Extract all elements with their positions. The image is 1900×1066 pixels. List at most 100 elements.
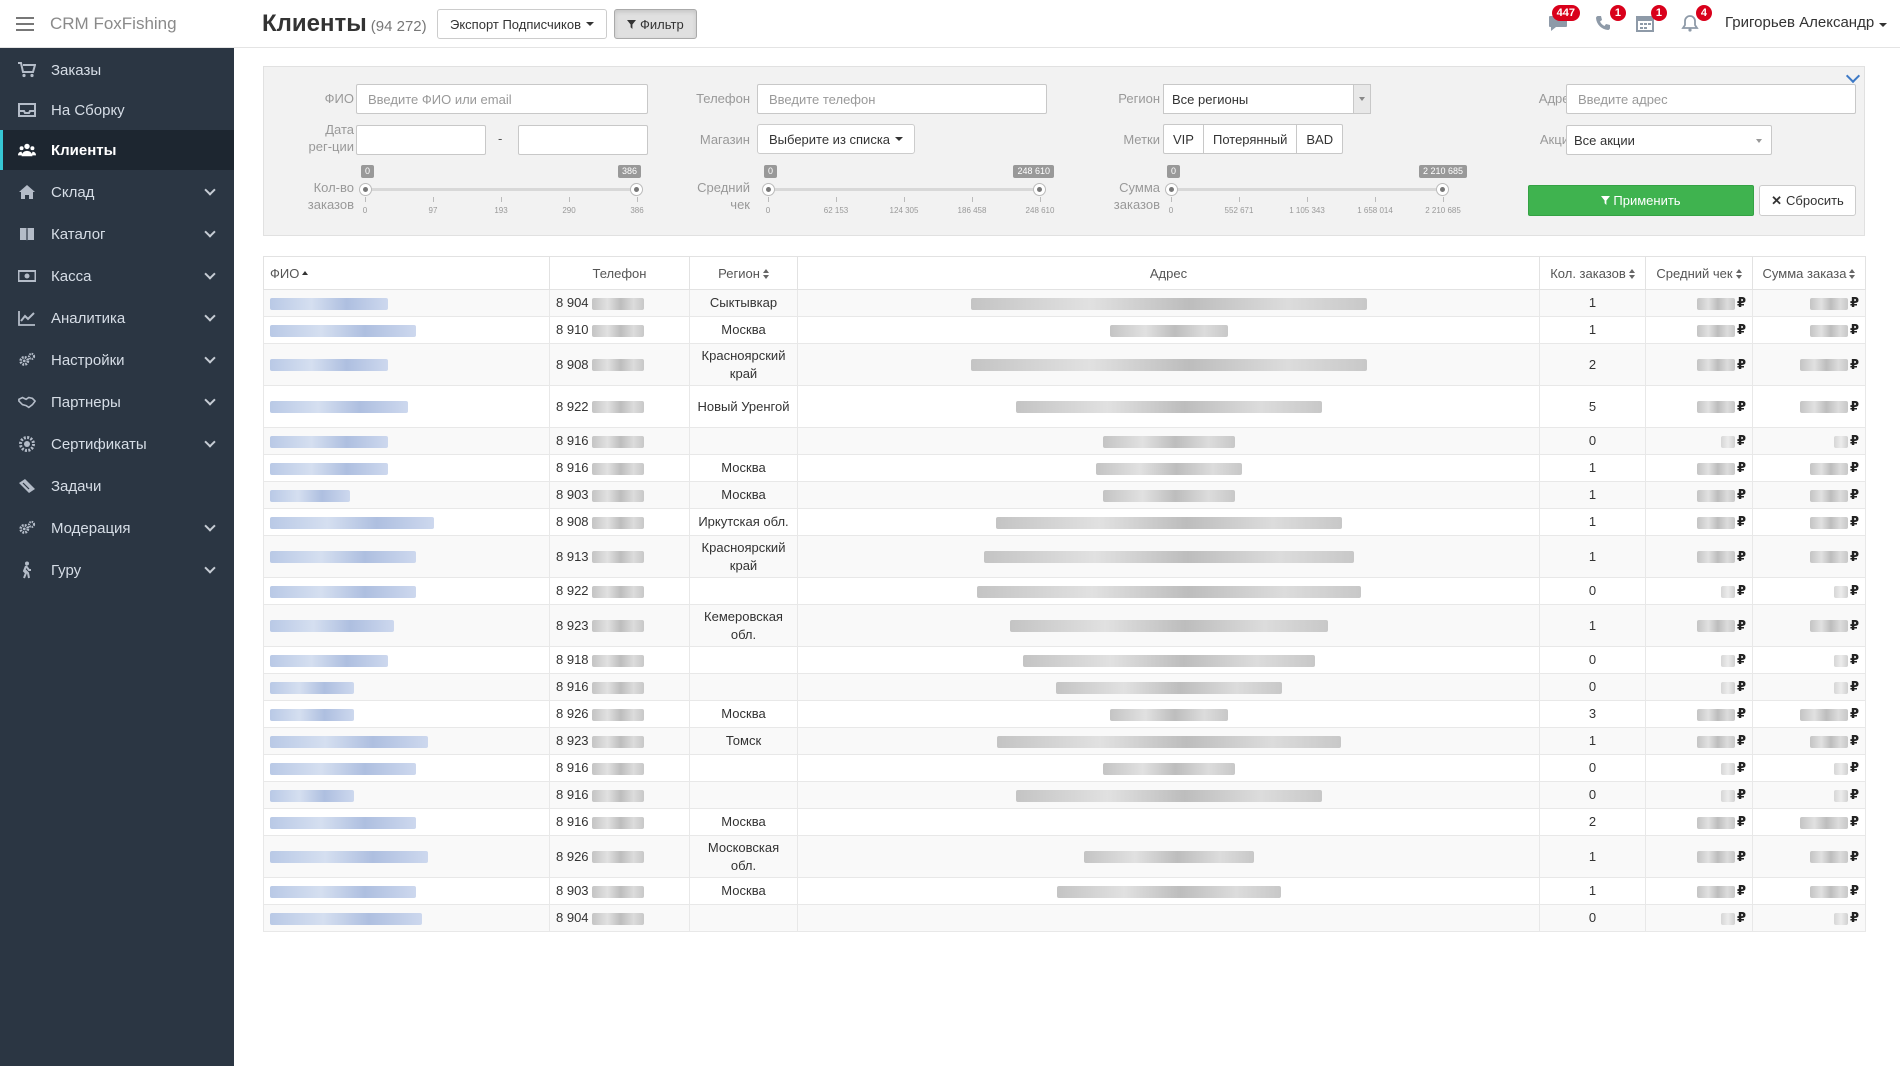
cell-fio[interactable] — [263, 427, 550, 455]
phone-notifications[interactable]: 1 — [1592, 5, 1626, 34]
cell-fio[interactable] — [263, 385, 550, 428]
table-row[interactable]: 8 913 Красноярский край 1 ₽ ₽ — [263, 535, 1866, 578]
column-header-avg-check[interactable]: Средний чек — [1645, 256, 1753, 290]
client-name-link[interactable] — [270, 359, 388, 372]
calendar-notifications[interactable]: 1 — [1633, 5, 1667, 34]
menu-icon[interactable] — [16, 17, 34, 31]
phone-input[interactable] — [757, 84, 1047, 114]
table-row[interactable]: 8 916 0 ₽ ₽ — [263, 754, 1866, 782]
client-name-link[interactable] — [270, 816, 416, 829]
cell-fio[interactable] — [263, 754, 550, 782]
export-subscribers-button[interactable]: Экспорт Подписчиков — [437, 9, 607, 39]
cell-fio[interactable] — [263, 904, 550, 932]
tag-lost[interactable]: Потерянный — [1202, 124, 1298, 154]
slider-min-handle[interactable] — [1165, 183, 1178, 196]
client-name-link[interactable] — [270, 681, 354, 694]
user-menu[interactable]: Григорьев Александр — [1725, 14, 1888, 31]
sidebar-item-cashbox[interactable]: Касса — [0, 256, 234, 296]
cell-fio[interactable] — [263, 877, 550, 905]
filter-toggle-button[interactable]: Фильтр — [614, 9, 697, 39]
cell-fio[interactable] — [263, 781, 550, 809]
client-name-link[interactable] — [270, 708, 354, 721]
sidebar-item-catalog[interactable]: Каталог — [0, 214, 234, 254]
sidebar-item-analytics[interactable]: Аналитика — [0, 298, 234, 338]
sidebar-item-warehouse[interactable]: Склад — [0, 172, 234, 212]
sidebar-item-clients[interactable]: Клиенты — [0, 130, 234, 170]
client-name-link[interactable] — [270, 735, 428, 748]
region-select[interactable]: Все регионы — [1163, 84, 1371, 114]
sidebar-item-partners[interactable]: Партнеры — [0, 382, 234, 422]
sidebar-item-orders[interactable]: Заказы — [0, 50, 234, 90]
cell-fio[interactable] — [263, 508, 550, 536]
fio-input[interactable] — [356, 84, 648, 114]
column-header-fio[interactable]: ФИО — [263, 256, 550, 290]
client-name-link[interactable] — [270, 489, 350, 502]
tag-vip[interactable]: VIP — [1163, 124, 1204, 154]
table-row[interactable]: 8 904 0 ₽ ₽ — [263, 904, 1866, 932]
cell-fio[interactable] — [263, 673, 550, 701]
client-name-link[interactable] — [270, 516, 434, 529]
chevron-down-icon[interactable] — [1845, 68, 1861, 84]
slider-min-handle[interactable] — [762, 183, 775, 196]
client-name-link[interactable] — [270, 585, 416, 598]
table-row[interactable]: 8 923 Кемеровская обл. 1 ₽ ₽ — [263, 604, 1866, 647]
cell-fio[interactable] — [263, 646, 550, 674]
slider-min-handle[interactable] — [359, 183, 372, 196]
cell-fio[interactable] — [263, 808, 550, 836]
bell-notifications[interactable]: 4 — [1678, 5, 1712, 34]
table-row[interactable]: 8 922 Новый Уренгой 5 ₽ ₽ — [263, 385, 1866, 428]
client-name-link[interactable] — [270, 551, 416, 564]
regdate-to-input[interactable] — [518, 125, 648, 155]
cell-fio[interactable] — [263, 535, 550, 578]
table-row[interactable]: 8 926 Москва 3 ₽ ₽ — [263, 700, 1866, 728]
cell-fio[interactable] — [263, 577, 550, 605]
cell-fio[interactable] — [263, 343, 550, 386]
sidebar-item-assembly[interactable]: На Сборку — [0, 90, 234, 130]
table-row[interactable]: 8 926 Московская обл. 1 ₽ ₽ — [263, 835, 1866, 878]
client-name-link[interactable] — [270, 789, 354, 802]
table-row[interactable]: 8 904 Сыктывкар 1 ₽ ₽ — [263, 289, 1866, 317]
client-name-link[interactable] — [270, 297, 388, 310]
cell-fio[interactable] — [263, 604, 550, 647]
client-name-link[interactable] — [270, 324, 416, 337]
avg-check-slider[interactable]: 0 248 610 0 62 153 124 305 186 458 248 6… — [762, 165, 1054, 227]
sidebar-item-moderation[interactable]: Модерация — [0, 508, 234, 548]
client-name-link[interactable] — [270, 435, 388, 448]
column-header-orders[interactable]: Кол. заказов — [1539, 256, 1646, 290]
table-row[interactable]: 8 916 0 ₽ ₽ — [263, 781, 1866, 809]
order-sum-slider[interactable]: 0 2 210 685 0 552 671 1 105 343 1 658 01… — [1165, 165, 1467, 227]
promo-select[interactable]: Все акции — [1566, 125, 1772, 155]
client-name-link[interactable] — [270, 620, 394, 633]
client-name-link[interactable] — [270, 851, 428, 864]
brand[interactable]: CRM FoxFishing — [0, 0, 234, 48]
cell-fio[interactable] — [263, 316, 550, 344]
table-row[interactable]: 8 923 Томск 1 ₽ ₽ — [263, 727, 1866, 755]
table-row[interactable]: 8 918 0 ₽ ₽ — [263, 646, 1866, 674]
regdate-from-input[interactable] — [356, 125, 486, 155]
sidebar-item-settings[interactable]: Настройки — [0, 340, 234, 380]
table-row[interactable]: 8 908 Иркутская обл. 1 ₽ ₽ — [263, 508, 1866, 536]
client-name-link[interactable] — [270, 654, 388, 667]
address-input[interactable] — [1566, 84, 1856, 114]
cell-fio[interactable] — [263, 727, 550, 755]
slider-max-handle[interactable] — [630, 183, 643, 196]
client-name-link[interactable] — [270, 462, 388, 475]
table-row[interactable]: 8 916 Москва 1 ₽ ₽ — [263, 454, 1866, 482]
table-row[interactable]: 8 922 0 ₽ ₽ — [263, 577, 1866, 605]
sidebar-item-tasks[interactable]: Задачи — [0, 466, 234, 506]
sidebar-item-certificates[interactable]: Сертификаты — [0, 424, 234, 464]
reset-button[interactable]: ✕ Сбросить — [1759, 185, 1856, 216]
column-header-region[interactable]: Регион — [689, 256, 798, 290]
table-row[interactable]: 8 908 Красноярский край 2 ₽ ₽ — [263, 343, 1866, 386]
table-row[interactable]: 8 910 Москва 1 ₽ ₽ — [263, 316, 1866, 344]
table-row[interactable]: 8 903 Москва 1 ₽ ₽ — [263, 877, 1866, 905]
chat-notifications[interactable]: 447 — [1546, 5, 1580, 34]
sidebar-item-guru[interactable]: Гуру — [0, 550, 234, 590]
cell-fio[interactable] — [263, 289, 550, 317]
table-row[interactable]: 8 916 0 ₽ ₽ — [263, 673, 1866, 701]
slider-max-handle[interactable] — [1033, 183, 1046, 196]
client-name-link[interactable] — [270, 912, 422, 925]
shop-dropdown[interactable]: Выберите из списка — [757, 124, 916, 154]
column-header-order-sum[interactable]: Сумма заказа — [1752, 256, 1866, 290]
orders-count-slider[interactable]: 0 386 0 97 193 290 386 — [359, 165, 644, 227]
